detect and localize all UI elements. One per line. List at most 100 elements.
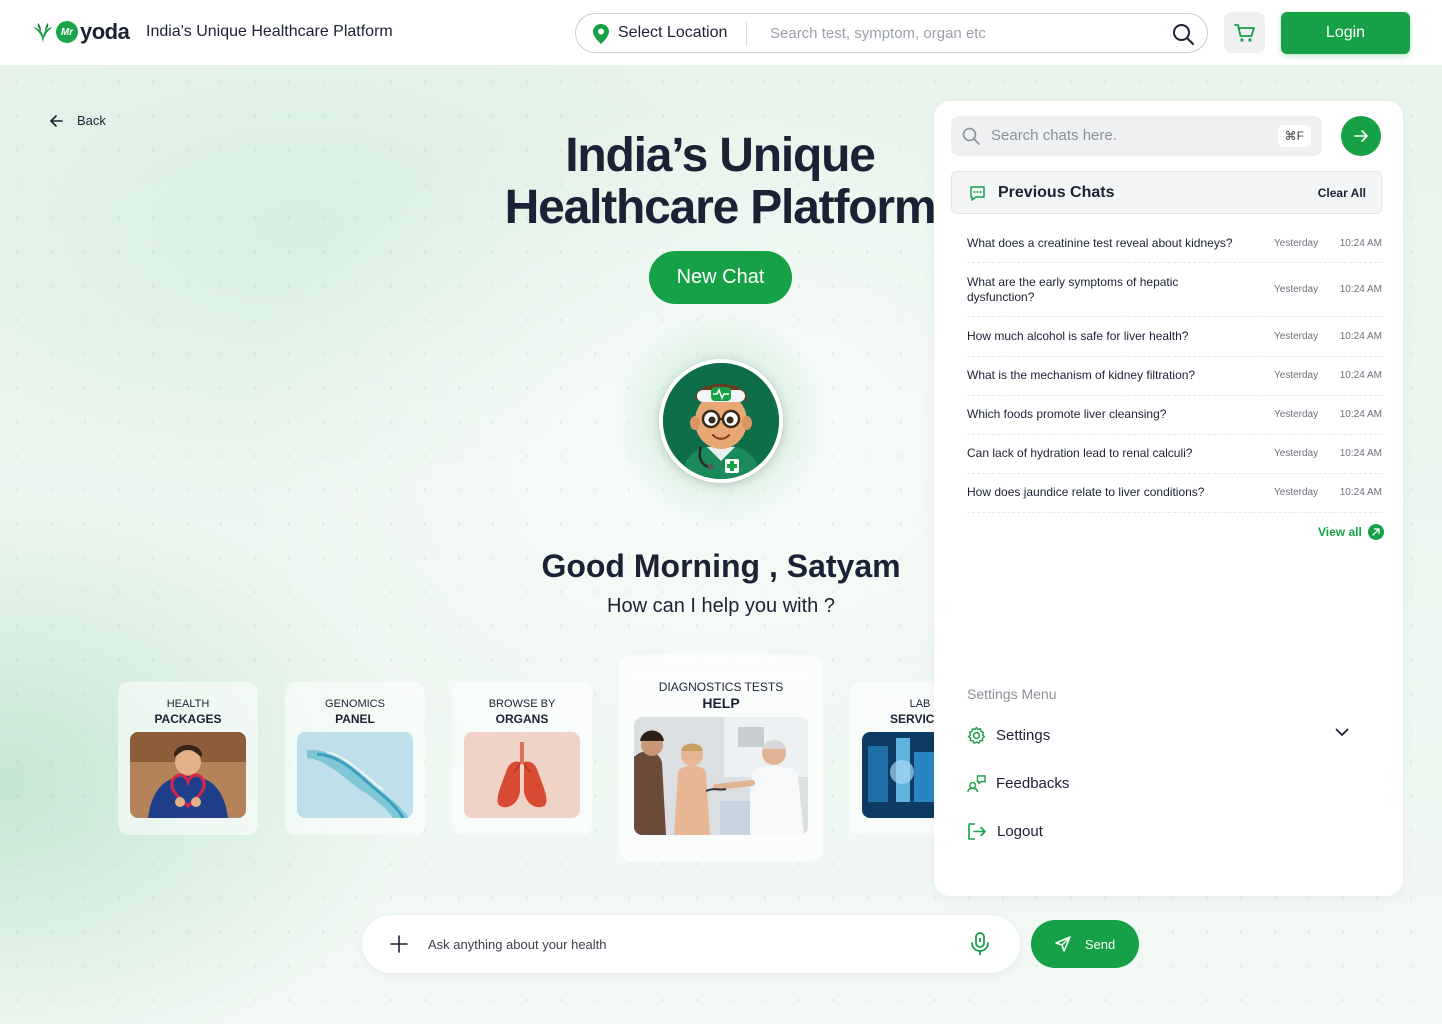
lungs-image — [464, 732, 580, 818]
chat-time: 10:24 AM — [1339, 331, 1382, 342]
arrow-left-icon — [50, 114, 63, 127]
search-icon — [962, 127, 980, 145]
top-header: Mr yoda India's Unique Healthcare Platfo… — [0, 0, 1442, 65]
header-tagline: India's Unique Healthcare Platform — [146, 23, 393, 40]
header-search-bar: Select Location Search test, symptom, or… — [575, 13, 1208, 53]
send-button[interactable]: Send — [1031, 920, 1139, 968]
card-label-main: ORGANS — [495, 712, 549, 726]
chat-question: What are the early symptoms of hepatic d… — [967, 275, 1179, 304]
menu-label-logout: Logout — [997, 823, 1043, 840]
chat-history-panel: Search chats here. ⌘F Previous Chats Cle… — [934, 101, 1403, 896]
send-label: Send — [1084, 936, 1116, 952]
logo-mr-badge: Mr — [56, 21, 78, 43]
health-packages-image — [130, 732, 246, 818]
chat-day: Yesterday — [1274, 284, 1319, 295]
logout-icon — [968, 823, 986, 840]
chat-time: 10:24 AM — [1339, 284, 1382, 295]
chat-history-item[interactable]: How much alcohol is safe for liver healt… — [967, 317, 1382, 357]
menu-label-settings: Settings — [996, 727, 1051, 744]
chevron-down-icon[interactable] — [1335, 728, 1349, 737]
send-icon — [1055, 936, 1071, 952]
lab-services-image — [862, 732, 940, 818]
chat-history-item[interactable]: Can lack of hydration lead to renal calc… — [967, 435, 1382, 474]
search-icon[interactable] — [1171, 22, 1195, 46]
card-label-top: HEALTH — [166, 698, 210, 710]
microphone-icon[interactable] — [969, 932, 991, 956]
previous-chats-header: Previous Chats Clear All — [951, 171, 1382, 214]
chat-question: How does jaundice relate to liver condit… — [967, 485, 1205, 499]
location-pin-icon — [593, 24, 609, 44]
chat-time: 10:24 AM — [1339, 238, 1382, 249]
chat-search-go-button[interactable] — [1341, 116, 1381, 156]
chat-question: What does a creatinine test reveal about… — [967, 236, 1233, 250]
feedback-users-icon — [967, 775, 986, 793]
keyboard-shortcut-badge: ⌘F — [1277, 125, 1311, 147]
chat-time: 10:24 AM — [1339, 448, 1382, 459]
greeting-heading: Good Morning , Satyam — [541, 548, 901, 584]
select-location-button[interactable]: Select Location — [618, 24, 727, 42]
chat-day: Yesterday — [1274, 448, 1319, 459]
card-label-main: PANEL — [335, 712, 375, 726]
clear-all-button[interactable]: Clear All — [1318, 186, 1366, 200]
chat-search-placeholder: Search chats here. — [991, 127, 1117, 144]
chat-question: Which foods promote liver cleansing? — [967, 407, 1167, 421]
chat-day: Yesterday — [1274, 238, 1319, 249]
menu-item-feedbacks[interactable]: Feedbacks — [967, 774, 1367, 793]
menu-item-settings[interactable]: Settings — [967, 726, 1367, 745]
chat-day: Yesterday — [1274, 487, 1319, 498]
diagnostics-tests-help-card[interactable]: DIAGNOSTICS TESTS HELP — [619, 655, 823, 861]
login-button[interactable]: Login — [1281, 12, 1410, 54]
menu-label-feedbacks: Feedbacks — [996, 775, 1070, 792]
settings-menu-label: Settings Menu — [967, 686, 1057, 702]
logo-wordmark: yoda — [80, 19, 130, 44]
chat-history-item[interactable]: What does a creatinine test reveal about… — [967, 223, 1382, 263]
diagnostics-image — [634, 717, 808, 835]
menu-item-logout[interactable]: Logout — [967, 822, 1367, 841]
chat-question: Can lack of hydration lead to renal calc… — [967, 446, 1193, 460]
arrow-right-icon — [1354, 130, 1368, 142]
chat-time: 10:24 AM — [1339, 487, 1382, 498]
card-label-top: DIAGNOSTICS TESTS — [658, 680, 784, 694]
chat-day: Yesterday — [1274, 409, 1319, 420]
chat-question: What is the mechanism of kidney filtrati… — [967, 368, 1196, 382]
lab-services-card[interactable]: LAB SERVIC — [850, 682, 940, 835]
doctor-mascot-icon — [663, 363, 779, 479]
genomics-panel-card[interactable]: GENOMICS PANEL — [285, 682, 425, 835]
mryoda-logo[interactable]: Mr yoda — [32, 19, 130, 45]
chat-question: How much alcohol is safe for liver healt… — [967, 329, 1189, 343]
chat-history-item[interactable]: Which foods promote liver cleansing? Yes… — [967, 396, 1382, 435]
cart-button[interactable] — [1224, 12, 1265, 53]
chat-time: 10:24 AM — [1339, 370, 1382, 381]
plus-icon[interactable] — [389, 934, 409, 954]
ask-input[interactable] — [428, 933, 948, 955]
card-label-top: GENOMICS — [325, 698, 385, 710]
genomics-image — [297, 732, 413, 818]
search-divider — [746, 22, 747, 46]
card-label-top: BROWSE BY — [488, 698, 556, 710]
chat-day: Yesterday — [1274, 331, 1319, 342]
header-search-input[interactable]: Search test, symptom, organ etc — [770, 25, 986, 42]
chat-search-input[interactable]: Search chats here. ⌘F — [951, 116, 1322, 156]
greeting-subtitle: How can I help you with ? — [607, 595, 835, 617]
chat-history-item[interactable]: What are the early symptoms of hepatic d… — [967, 263, 1382, 317]
leaf-logo-icon — [33, 23, 53, 44]
chat-history-item[interactable]: How does jaundice relate to liver condit… — [967, 474, 1382, 513]
view-all-label: View all — [1318, 525, 1362, 539]
chat-time: 10:24 AM — [1339, 409, 1382, 420]
card-label-main: PACKAGES — [154, 712, 222, 726]
new-chat-button[interactable]: New Chat — [649, 251, 792, 304]
previous-chats-title: Previous Chats — [998, 184, 1115, 201]
chat-history-item[interactable]: What is the mechanism of kidney filtrati… — [967, 357, 1382, 396]
gear-icon — [967, 726, 986, 744]
health-packages-card[interactable]: HEALTH PACKAGES — [118, 682, 258, 835]
card-label-main: HELP — [702, 695, 740, 711]
cart-icon — [1233, 23, 1255, 42]
chat-day: Yesterday — [1274, 370, 1319, 381]
hero-title: India’s Unique Healthcare Platform — [504, 129, 937, 234]
view-all-link[interactable]: View all — [1318, 524, 1384, 540]
chat-bubble-icon — [970, 186, 985, 201]
doctor-avatar[interactable] — [659, 359, 783, 483]
browse-organs-card[interactable]: BROWSE BY ORGANS — [452, 682, 592, 835]
back-button[interactable]: Back — [50, 113, 106, 128]
back-label: Back — [77, 113, 106, 128]
